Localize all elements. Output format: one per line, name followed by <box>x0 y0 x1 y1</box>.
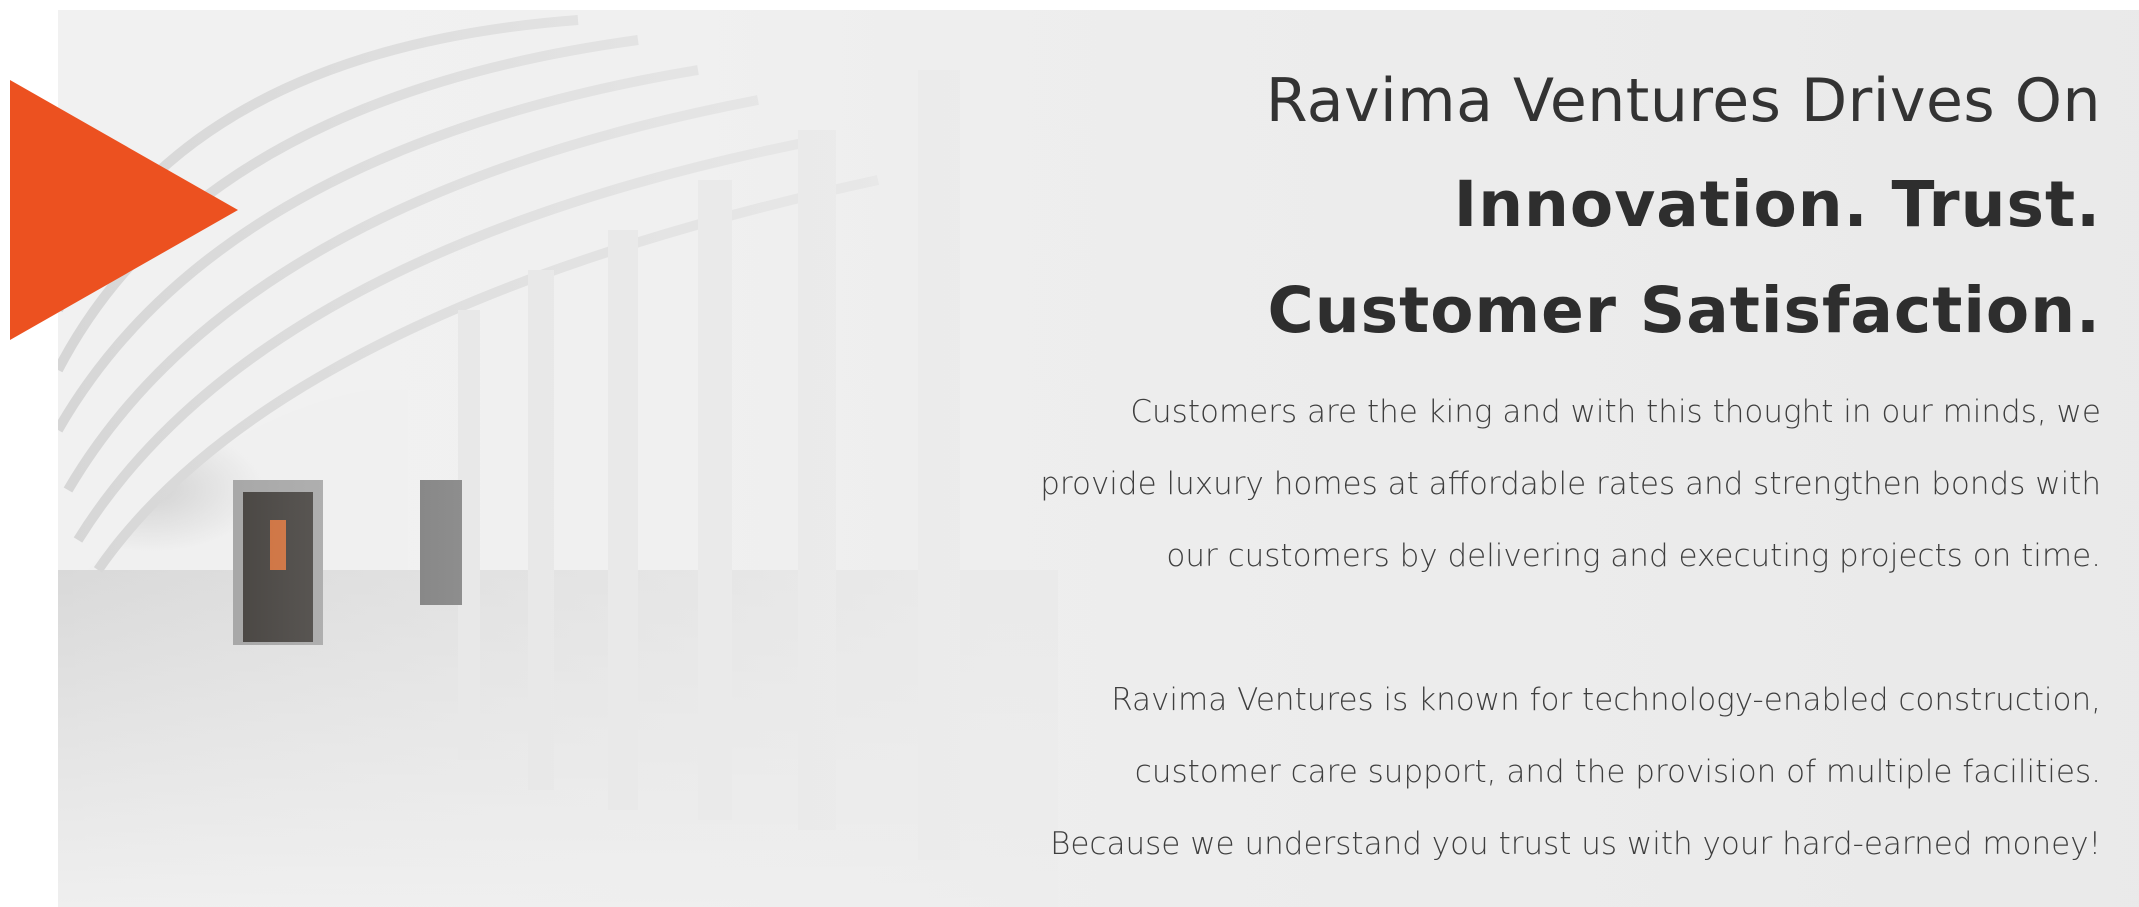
hero-section: Ravima Ventures Drives On Innovation. Tr… <box>58 10 2139 907</box>
intro-paragraph: Customers are the king and with this tho… <box>761 376 2101 592</box>
intro-paragraph-line: Customers are the king and with this tho… <box>1130 394 2101 430</box>
page: Ravima Ventures Drives On Innovation. Tr… <box>0 0 2139 907</box>
features-paragraph-line: Ravima Ventures is known for technology-… <box>1111 682 2101 718</box>
headline-intro: Ravima Ventures Drives On <box>1265 66 2101 136</box>
headline-values-line1: Innovation. Trust. <box>1453 168 2101 241</box>
intro-paragraph-line: provide luxury homes at affordable rates… <box>1040 466 2101 502</box>
features-paragraph-line: Because we understand you trust us with … <box>1050 826 2101 862</box>
features-paragraph-line: customer care support, and the provision… <box>1134 754 2101 790</box>
headline-values-line2: Customer Satisfaction. <box>1267 274 2101 347</box>
features-paragraph: Ravima Ventures is known for technology-… <box>761 664 2101 880</box>
hero-text-block: Ravima Ventures Drives On Innovation. Tr… <box>761 50 2101 880</box>
play-triangle-icon <box>10 80 238 340</box>
intro-paragraph-line: our customers by delivering and executin… <box>1166 538 2101 574</box>
